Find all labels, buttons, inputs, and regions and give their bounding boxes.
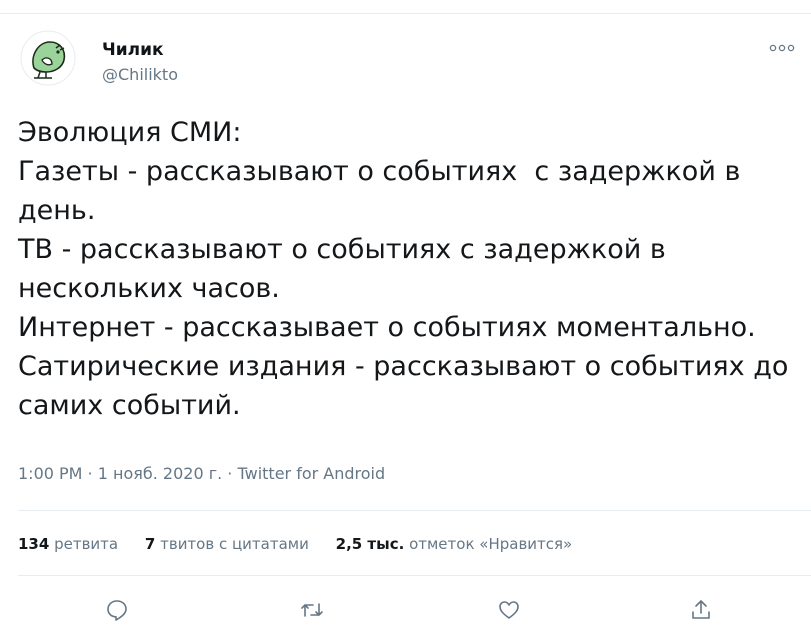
meta-separator: · [222, 464, 238, 483]
quotes-count: 7 [144, 535, 156, 553]
tweet-text: Эволюция СМИ: Газеты - рассказывают о со… [18, 117, 789, 421]
divider [18, 510, 811, 511]
quotes-stat[interactable]: 7 твитов с цитатами [145, 535, 309, 553]
retweets-label: ретвита [54, 535, 119, 553]
retweets-stat[interactable]: 134 ретвита [18, 535, 118, 553]
likes-label: отметок «Нравится» [409, 535, 573, 553]
reply-icon[interactable] [102, 596, 132, 624]
tweet-date[interactable]: 1 нояб. 2020 г. [98, 464, 222, 483]
meta-separator: · [82, 464, 98, 483]
avatar[interactable] [20, 30, 76, 86]
retweet-icon[interactable] [297, 596, 327, 624]
bird-avatar-icon [20, 30, 76, 86]
divider [18, 575, 811, 576]
like-icon[interactable] [494, 596, 524, 624]
tweet-time[interactable]: 1:00 PM [18, 464, 82, 483]
tweet-meta: 1:00 PM · 1 нояб. 2020 г. · Twitter for … [18, 464, 385, 483]
share-icon[interactable] [686, 596, 716, 624]
author-handle[interactable]: @Chilikto [102, 65, 178, 84]
likes-stat[interactable]: 2,5 тыс. отметок «Нравится» [336, 535, 573, 553]
author-name[interactable]: Чилик [102, 40, 164, 60]
retweets-count: 134 [18, 535, 50, 553]
likes-count: 2,5 тыс. [335, 535, 405, 553]
engagement-stats: 134 ретвита 7 твитов с цитатами 2,5 тыс.… [18, 535, 594, 553]
quotes-label: твитов с цитатами [160, 535, 309, 553]
top-divider [0, 13, 811, 14]
more-icon[interactable] [768, 40, 796, 54]
tweet-source[interactable]: Twitter for Android [237, 464, 385, 483]
